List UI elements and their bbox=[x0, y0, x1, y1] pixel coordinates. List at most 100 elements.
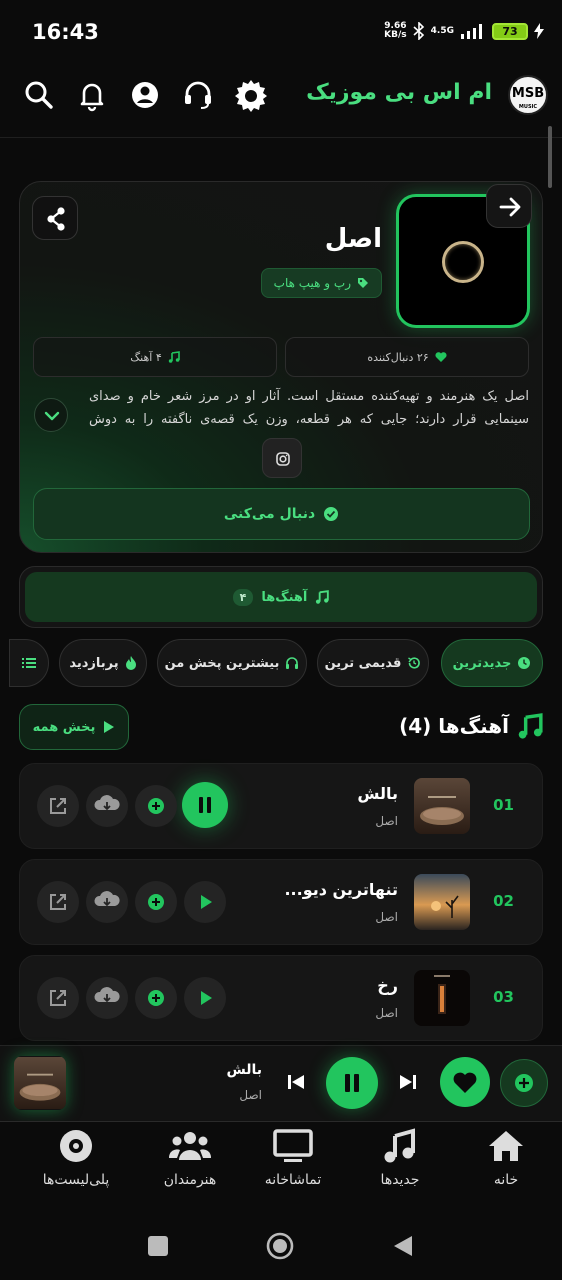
network-speed: 9.66 KB/s bbox=[384, 21, 407, 40]
settings-icon[interactable] bbox=[234, 78, 268, 112]
track-artist: اصل bbox=[375, 1006, 398, 1020]
headphones-icon bbox=[286, 657, 299, 669]
nav-artists[interactable]: هنرمندان bbox=[140, 1128, 240, 1188]
tag-icon bbox=[358, 278, 368, 288]
artist-bio: اصل یک هنرمند و تهیه‌کننده مستقل است. آث… bbox=[89, 389, 529, 427]
nav-theater[interactable]: تماشاخانه bbox=[243, 1128, 343, 1188]
system-navigation-bar bbox=[0, 1207, 562, 1280]
filter-newest[interactable]: جدیدترین bbox=[441, 639, 543, 687]
cover-ring-art bbox=[442, 241, 484, 283]
track-artwork bbox=[414, 970, 470, 1026]
music-note-icon bbox=[316, 590, 330, 604]
arrow-right-icon[interactable] bbox=[486, 184, 532, 228]
track-row[interactable]: 02 تنهاترین دیو... اصل bbox=[19, 859, 543, 945]
chevron-down-icon[interactable] bbox=[34, 398, 68, 432]
songs-count-badge: ۴ bbox=[232, 588, 254, 606]
now-playing-artwork[interactable] bbox=[14, 1056, 66, 1110]
nav-home[interactable]: خانه bbox=[456, 1128, 556, 1188]
bell-icon[interactable] bbox=[75, 78, 109, 112]
bluetooth-icon bbox=[413, 22, 424, 40]
app-header: ام اس بی موزیک MSB MUSIC bbox=[0, 66, 562, 138]
track-number: 03 bbox=[493, 988, 514, 1006]
filter-oldest[interactable]: قدیمی ترین bbox=[317, 639, 429, 687]
track-artwork bbox=[414, 874, 470, 930]
now-playing-title: بالش bbox=[226, 1062, 262, 1078]
pause-icon[interactable] bbox=[182, 782, 228, 828]
headset-icon[interactable] bbox=[181, 78, 215, 112]
skip-previous-icon[interactable] bbox=[284, 1070, 308, 1094]
heart-icon[interactable] bbox=[440, 1057, 490, 1107]
add-to-playlist-icon[interactable] bbox=[135, 881, 177, 923]
add-circle-icon[interactable] bbox=[500, 1059, 548, 1107]
external-link-icon[interactable] bbox=[37, 785, 79, 827]
history-icon bbox=[408, 657, 421, 669]
songs-count-stat: ۴ آهنگ bbox=[33, 337, 277, 377]
nav-playlists[interactable]: پلی‌لیست‌ها bbox=[26, 1128, 126, 1188]
charging-icon bbox=[534, 23, 544, 39]
play-icon bbox=[104, 721, 115, 733]
now-playing-artist: اصل bbox=[239, 1088, 262, 1102]
disc-icon bbox=[60, 1130, 92, 1162]
status-time: 16:43 bbox=[32, 20, 99, 44]
account-icon[interactable] bbox=[128, 78, 162, 112]
track-title: بالش bbox=[357, 784, 398, 803]
scrollbar[interactable] bbox=[548, 126, 552, 188]
status-indicators: 9.66 KB/s 4.5G 73 bbox=[384, 22, 544, 40]
home-icon bbox=[489, 1131, 523, 1161]
nav-new[interactable]: جدیدها bbox=[350, 1128, 450, 1188]
play-icon[interactable] bbox=[184, 977, 226, 1019]
tab-songs[interactable]: آهنگ‌ها ۴ bbox=[25, 572, 537, 622]
instagram-icon[interactable] bbox=[262, 438, 302, 478]
track-number: 02 bbox=[493, 892, 514, 910]
download-cloud-icon[interactable] bbox=[86, 977, 128, 1019]
signal-icon bbox=[461, 24, 482, 39]
monitor-icon bbox=[273, 1129, 313, 1162]
home-circle-icon[interactable] bbox=[266, 1232, 294, 1260]
list-view-icon[interactable] bbox=[9, 639, 49, 687]
mini-player[interactable]: بالش اصل bbox=[0, 1045, 562, 1121]
genre-chip[interactable]: رپ و هیپ هاپ bbox=[260, 268, 382, 298]
music-note-icon bbox=[384, 1128, 415, 1163]
follow-button[interactable]: دنبال می‌کنی bbox=[33, 488, 530, 540]
play-all-button[interactable]: پخش همه bbox=[19, 704, 129, 750]
fire-icon bbox=[125, 656, 136, 670]
pause-icon[interactable] bbox=[326, 1057, 378, 1109]
back-icon[interactable] bbox=[392, 1234, 414, 1258]
check-circle-icon bbox=[324, 507, 339, 521]
filter-most-played[interactable]: بیشترین پخش من bbox=[157, 639, 307, 687]
add-to-playlist-icon[interactable] bbox=[135, 785, 177, 827]
track-row[interactable]: 03 رخ اصل bbox=[19, 955, 543, 1041]
status-bar: 16:43 9.66 KB/s 4.5G 73 bbox=[0, 0, 562, 64]
track-artist: اصل bbox=[375, 910, 398, 924]
track-artist: اصل bbox=[375, 814, 398, 828]
music-note-icon bbox=[168, 351, 180, 363]
recent-apps-icon[interactable] bbox=[148, 1236, 168, 1256]
play-icon[interactable] bbox=[184, 881, 226, 923]
share-icon[interactable] bbox=[32, 196, 78, 240]
heart-icon bbox=[435, 352, 447, 362]
track-artwork bbox=[414, 778, 470, 834]
users-icon bbox=[168, 1132, 212, 1160]
search-icon[interactable] bbox=[22, 78, 56, 112]
filter-popular[interactable]: پربازدید bbox=[59, 639, 147, 687]
external-link-icon[interactable] bbox=[37, 881, 79, 923]
download-cloud-icon[interactable] bbox=[86, 881, 128, 923]
track-title: رخ bbox=[377, 976, 398, 995]
track-title: تنهاترین دیو... bbox=[284, 880, 398, 899]
clock-icon bbox=[518, 657, 531, 669]
songs-section-title: آهنگ‌ها (4) bbox=[399, 713, 543, 739]
download-cloud-icon[interactable] bbox=[86, 785, 128, 827]
external-link-icon[interactable] bbox=[37, 977, 79, 1019]
battery-indicator: 73 bbox=[492, 22, 528, 40]
add-to-playlist-icon[interactable] bbox=[135, 977, 177, 1019]
content-tabs: آهنگ‌ها ۴ bbox=[19, 566, 543, 628]
sort-filters: جدیدترین قدیمی ترین بیشترین پخش من پرباز… bbox=[9, 639, 543, 687]
track-number: 01 bbox=[493, 796, 514, 814]
artist-name: اصل bbox=[324, 224, 382, 254]
app-logo[interactable]: MSB MUSIC bbox=[508, 75, 548, 115]
network-type: 4.5G bbox=[430, 25, 454, 36]
brand-title: ام اس بی موزیک bbox=[306, 80, 492, 105]
bottom-navigation: خانه جدیدها تماشاخانه هنرمندان پلی‌لیست‌… bbox=[0, 1121, 562, 1207]
track-row[interactable]: 01 بالش اصل bbox=[19, 763, 543, 849]
skip-next-icon[interactable] bbox=[396, 1070, 420, 1094]
